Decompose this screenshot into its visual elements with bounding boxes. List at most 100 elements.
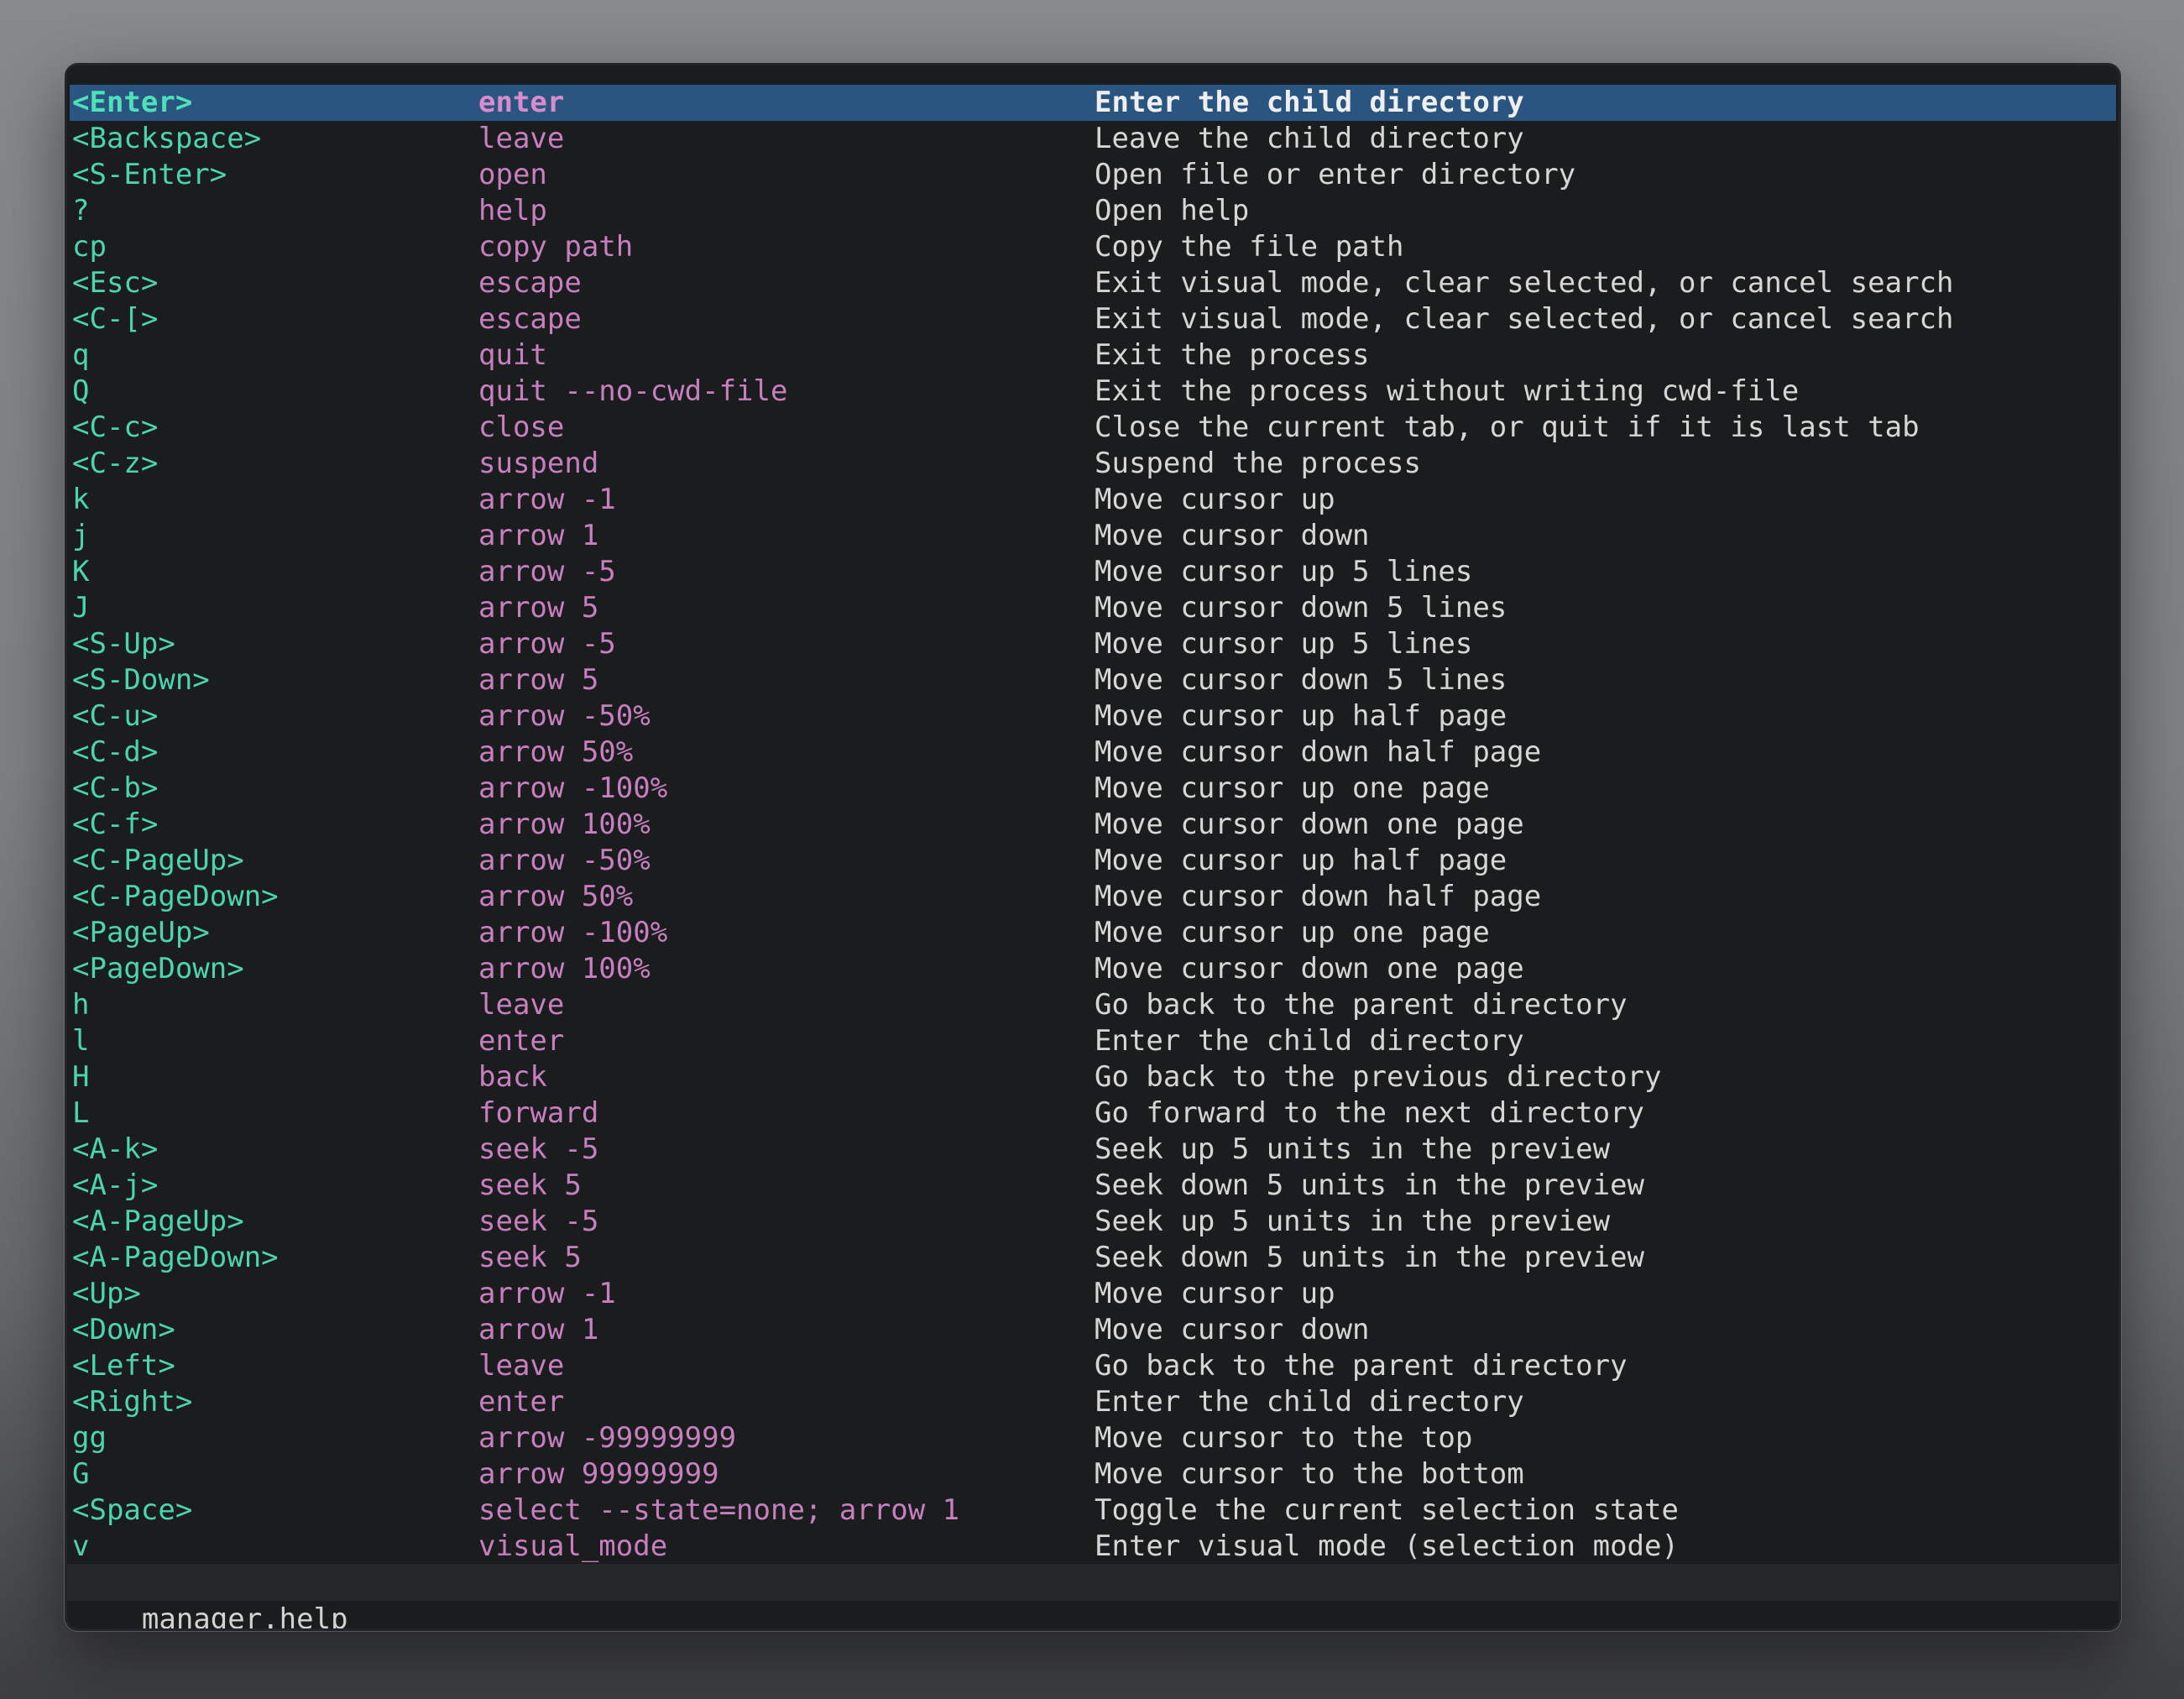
- description-cell: Move cursor up half page: [1095, 843, 2116, 879]
- keybind-row[interactable]: <A-PageDown> seek 5 Seek down 5 units in…: [70, 1240, 2116, 1276]
- keybind-row[interactable]: <C-z> suspend Suspend the process: [70, 446, 2116, 482]
- keybind-row[interactable]: <C-f> arrow 100% Move cursor down one pa…: [70, 807, 2116, 843]
- key-cell: <Esc>: [72, 265, 478, 301]
- keybind-row[interactable]: k arrow -1 Move cursor up: [70, 482, 2116, 518]
- keybind-row[interactable]: <Down> arrow 1 Move cursor down: [70, 1312, 2116, 1348]
- command-cell: suspend: [478, 446, 1095, 482]
- keybind-row[interactable]: <Esc> escape Exit visual mode, clear sel…: [70, 265, 2116, 301]
- command-cell: arrow 50%: [478, 879, 1095, 915]
- command-cell: arrow 100%: [478, 951, 1095, 987]
- command-cell: help: [478, 193, 1095, 229]
- keybind-row[interactable]: cp copy path Copy the file path: [70, 229, 2116, 265]
- keybind-row[interactable]: <Left> leave Go back to the parent direc…: [70, 1348, 2116, 1384]
- keybind-row[interactable]: L forward Go forward to the next directo…: [70, 1095, 2116, 1132]
- keybind-row[interactable]: gg arrow -99999999 Move cursor to the to…: [70, 1420, 2116, 1456]
- key-cell: <S-Enter>: [72, 157, 478, 193]
- command-cell: quit: [478, 337, 1095, 374]
- description-cell: Move cursor down one page: [1095, 807, 2116, 843]
- keybind-row[interactable]: <S-Down> arrow 5 Move cursor down 5 line…: [70, 662, 2116, 698]
- description-cell: Exit the process without writing cwd-fil…: [1095, 374, 2116, 410]
- keybind-row[interactable]: v visual_mode Enter visual mode (selecti…: [70, 1529, 2116, 1565]
- description-cell: Seek up 5 units in the preview: [1095, 1132, 2116, 1168]
- keybind-row[interactable]: j arrow 1 Move cursor down: [70, 518, 2116, 554]
- description-cell: Move cursor to the bottom: [1095, 1456, 2116, 1493]
- description-cell: Open help: [1095, 193, 2116, 229]
- command-cell: arrow -100%: [478, 771, 1095, 807]
- keybind-row[interactable]: h leave Go back to the parent directory: [70, 987, 2116, 1023]
- key-cell: v: [72, 1529, 478, 1565]
- key-cell: k: [72, 482, 478, 518]
- description-cell: Move cursor up half page: [1095, 698, 2116, 734]
- keybind-row[interactable]: <PageUp> arrow -100% Move cursor up one …: [70, 915, 2116, 951]
- key-cell: <Right>: [72, 1384, 478, 1420]
- command-cell: seek -5: [478, 1204, 1095, 1240]
- keybind-row[interactable]: <A-j> seek 5 Seek down 5 units in the pr…: [70, 1168, 2116, 1204]
- description-cell: Move cursor up one page: [1095, 915, 2116, 951]
- key-cell: <S-Down>: [72, 662, 478, 698]
- description-cell: Go forward to the next directory: [1095, 1095, 2116, 1132]
- key-cell: <C-z>: [72, 446, 478, 482]
- description-cell: Enter the child directory: [1095, 1384, 2116, 1420]
- description-cell: Seek up 5 units in the preview: [1095, 1204, 2116, 1240]
- command-cell: arrow -100%: [478, 915, 1095, 951]
- description-cell: Go back to the previous directory: [1095, 1059, 2116, 1095]
- key-cell: <Space>: [72, 1493, 478, 1529]
- description-cell: Move cursor up: [1095, 482, 2116, 518]
- description-cell: Move cursor to the top: [1095, 1420, 2116, 1456]
- keybind-row[interactable]: <C-[> escape Exit visual mode, clear sel…: [70, 301, 2116, 337]
- keybind-row[interactable]: <A-PageUp> seek -5 Seek up 5 units in th…: [70, 1204, 2116, 1240]
- keybind-row[interactable]: H back Go back to the previous directory: [70, 1059, 2116, 1095]
- keybind-row[interactable]: <Up> arrow -1 Move cursor up: [70, 1276, 2116, 1312]
- status-layer-label: manager.help: [142, 1602, 348, 1631]
- keybind-row[interactable]: <Right> enter Enter the child directory: [70, 1384, 2116, 1420]
- key-cell: <Up>: [72, 1276, 478, 1312]
- key-cell: <A-j>: [72, 1168, 478, 1204]
- keybind-row[interactable]: q quit Exit the process: [70, 337, 2116, 374]
- keybind-row[interactable]: <Backspace> leave Leave the child direct…: [70, 121, 2116, 157]
- keybind-row[interactable]: <C-u> arrow -50% Move cursor up half pag…: [70, 698, 2116, 734]
- command-cell: arrow -50%: [478, 698, 1095, 734]
- keybind-row[interactable]: Q quit --no-cwd-file Exit the process wi…: [70, 374, 2116, 410]
- command-cell: arrow 1: [478, 518, 1095, 554]
- keybind-row[interactable]: <C-c> close Close the current tab, or qu…: [70, 410, 2116, 446]
- keybind-row[interactable]: <Enter> enter Enter the child directory: [70, 85, 2116, 121]
- keybind-row[interactable]: <PageDown> arrow 100% Move cursor down o…: [70, 951, 2116, 987]
- command-cell: seek 5: [478, 1240, 1095, 1276]
- keybind-row[interactable]: <C-PageDown> arrow 50% Move cursor down …: [70, 879, 2116, 915]
- description-cell: Seek down 5 units in the preview: [1095, 1240, 2116, 1276]
- keybind-row[interactable]: K arrow -5 Move cursor up 5 lines: [70, 554, 2116, 590]
- command-cell: leave: [478, 987, 1095, 1023]
- keybind-row[interactable]: <A-k> seek -5 Seek up 5 units in the pre…: [70, 1132, 2116, 1168]
- key-cell: H: [72, 1059, 478, 1095]
- description-cell: Move cursor down one page: [1095, 951, 2116, 987]
- keybind-row[interactable]: <C-PageUp> arrow -50% Move cursor up hal…: [70, 843, 2116, 879]
- description-cell: Copy the file path: [1095, 229, 2116, 265]
- key-cell: q: [72, 337, 478, 374]
- keybind-row[interactable]: <C-b> arrow -100% Move cursor up one pag…: [70, 771, 2116, 807]
- description-cell: Toggle the current selection state: [1095, 1493, 2116, 1529]
- description-cell: Exit the process: [1095, 337, 2116, 374]
- command-cell: leave: [478, 121, 1095, 157]
- keybind-row[interactable]: ? help Open help: [70, 193, 2116, 229]
- keybind-row[interactable]: <S-Enter> open Open file or enter direct…: [70, 157, 2116, 193]
- keybind-row[interactable]: G arrow 99999999 Move cursor to the bott…: [70, 1456, 2116, 1493]
- description-cell: Enter the child directory: [1095, 85, 2116, 121]
- description-cell: Exit visual mode, clear selected, or can…: [1095, 265, 2116, 301]
- command-cell: visual_mode: [478, 1529, 1095, 1565]
- command-cell: arrow -5: [478, 626, 1095, 662]
- keybind-row[interactable]: <C-d> arrow 50% Move cursor down half pa…: [70, 734, 2116, 771]
- key-cell: K: [72, 554, 478, 590]
- keybind-row[interactable]: <Space> select --state=none; arrow 1 Tog…: [70, 1493, 2116, 1529]
- key-cell: J: [72, 590, 478, 626]
- command-cell: arrow 5: [478, 590, 1095, 626]
- key-cell: <Down>: [72, 1312, 478, 1348]
- description-cell: Go back to the parent directory: [1095, 987, 2116, 1023]
- keybind-row[interactable]: <S-Up> arrow -5 Move cursor up 5 lines: [70, 626, 2116, 662]
- keybind-row[interactable]: l enter Enter the child directory: [70, 1023, 2116, 1059]
- command-cell: escape: [478, 301, 1095, 337]
- key-cell: <Left>: [72, 1348, 478, 1384]
- key-cell: h: [72, 987, 478, 1023]
- keybind-row[interactable]: J arrow 5 Move cursor down 5 lines: [70, 590, 2116, 626]
- description-cell: Move cursor up 5 lines: [1095, 554, 2116, 590]
- command-cell: arrow 99999999: [478, 1456, 1095, 1493]
